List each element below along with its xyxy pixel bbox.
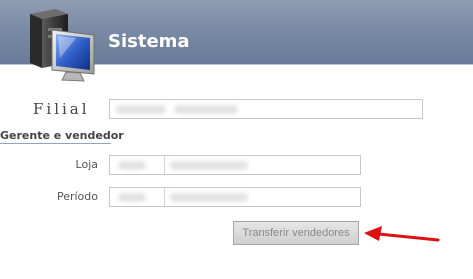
section-divider xyxy=(0,143,111,144)
section-title: Gerente e vendedor xyxy=(0,129,124,142)
field-divider xyxy=(164,188,165,206)
loja-field[interactable] xyxy=(109,155,361,175)
periodo-label: Período xyxy=(56,190,98,203)
redacted-value xyxy=(174,105,238,114)
app-title: Sistema xyxy=(108,31,190,52)
field-divider xyxy=(164,156,165,174)
redacted-value xyxy=(118,161,146,170)
redacted-value xyxy=(170,161,248,170)
computer-monitor-icon xyxy=(30,9,95,82)
redacted-value xyxy=(116,105,166,114)
transfer-sellers-button[interactable]: Transferir vendedores xyxy=(233,221,359,245)
redacted-value xyxy=(170,193,248,202)
filial-label: Filial xyxy=(33,100,90,118)
filial-field[interactable] xyxy=(109,99,423,119)
periodo-field[interactable] xyxy=(109,187,361,207)
redacted-value xyxy=(118,193,146,202)
loja-label: Loja xyxy=(75,158,98,171)
annotation-arrow-icon xyxy=(364,226,440,242)
